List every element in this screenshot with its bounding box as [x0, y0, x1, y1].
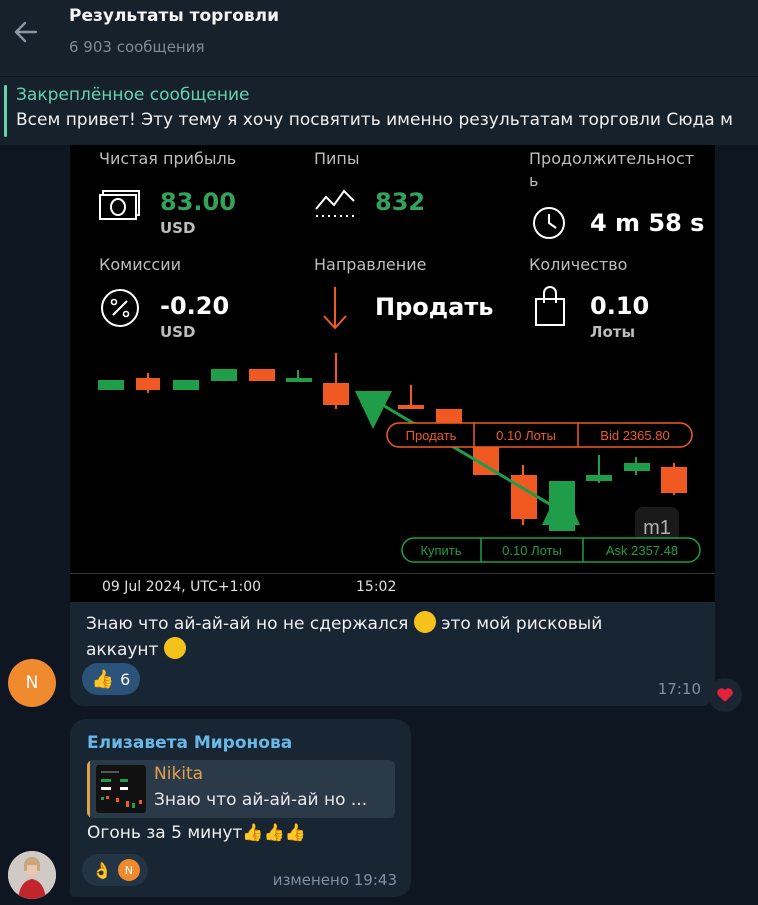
message-text: Огонь за 5 минут👍👍👍	[87, 823, 306, 843]
timeframe-label: m1	[643, 517, 671, 539]
quote-indicator	[87, 760, 90, 818]
ok-hand-icon: 👌	[92, 860, 112, 880]
candle	[398, 405, 424, 409]
quantity-label: Количество	[529, 255, 628, 274]
buy-box-lots: 0.10 Лоты	[502, 543, 562, 558]
reply-text: Знаю что ай-ай-ай но ...	[154, 790, 368, 810]
pips-label: Пипы	[314, 149, 360, 168]
commission-label: Комиссии	[99, 255, 182, 274]
sender-name[interactable]: Елизавета Миронова	[87, 733, 292, 753]
reaction-ok-hand[interactable]: 👌 N	[82, 854, 148, 886]
message-bubble-reply[interactable]: Елизавета Миронова Nikita Знаю что ай-ай…	[70, 719, 411, 897]
pinned-message-bar[interactable]: Закреплённое сообщение Всем привет! Эту …	[0, 76, 758, 145]
candle	[211, 369, 237, 381]
candle	[436, 409, 462, 423]
shopping-bag-icon	[535, 286, 565, 326]
sweat-smile-emoji-icon	[413, 611, 436, 633]
clock-icon	[533, 207, 565, 239]
candlestick-chart: Продать 0.10 Лоты Bid 2365.80 m1 Купить …	[98, 353, 701, 563]
message-time: 17:10	[657, 680, 701, 698]
pinned-indicator	[4, 85, 7, 137]
net-profit-value: 83.00	[160, 188, 236, 216]
candle	[323, 383, 349, 405]
candle	[661, 467, 687, 493]
direction-label: Направление	[314, 255, 427, 274]
chat-title[interactable]: Результаты торговли	[69, 6, 279, 26]
message-text: Знаю что ай-ай-ай но не сдержался это мо…	[86, 611, 686, 663]
net-profit-unit: USD	[160, 219, 196, 237]
back-arrow-icon[interactable]	[10, 16, 42, 48]
sell-box-price: Bid 2365.80	[600, 428, 669, 443]
avatar[interactable]	[8, 851, 56, 899]
money-icon	[99, 190, 140, 220]
candle	[511, 475, 537, 519]
message-time: изменено 19:43	[272, 871, 397, 889]
candle	[249, 369, 275, 381]
chart-trend-icon	[315, 189, 356, 217]
quantity-value: 0.10	[590, 292, 650, 320]
pinned-text: Всем привет! Эту тему я хочу посвятить и…	[16, 110, 733, 130]
trade-path-line	[375, 399, 559, 511]
sell-box-side: Продать	[406, 428, 457, 443]
candle	[173, 380, 199, 390]
duration-value: 4 m 58 s	[590, 209, 705, 237]
net-profit-label: Чистая прибыль	[99, 149, 237, 168]
message-bubble[interactable]: Чистая прибыль 83.00 USD Пипы 832 Продол…	[70, 145, 715, 706]
commission-value: -0.20	[160, 292, 230, 320]
reactor-avatar: N	[117, 859, 140, 881]
percent-icon	[101, 289, 139, 327]
duration-label-wrap: ь	[529, 171, 539, 190]
trade-screenshot[interactable]: Чистая прибыль 83.00 USD Пипы 832 Продол…	[70, 145, 715, 602]
sell-entry-marker	[355, 391, 392, 429]
buy-box-price: Ask 2357.48	[606, 543, 678, 558]
buy-box-side: Купить	[420, 543, 461, 558]
reply-author: Nikita	[154, 764, 204, 784]
direction-value: Продать	[375, 293, 494, 321]
avatar[interactable]: N	[8, 659, 56, 707]
candle	[136, 378, 160, 390]
pinned-title: Закреплённое сообщение	[16, 85, 250, 105]
quote-thumbnail	[96, 765, 146, 813]
candle	[624, 463, 650, 471]
grin-emoji-icon	[163, 637, 186, 659]
thumbs-up-icon: 👍	[91, 668, 115, 690]
reaction-count: 6	[120, 669, 131, 689]
message-count: 6 903 сообщения	[69, 38, 205, 56]
reaction-thumbs-up[interactable]: 👍 6	[82, 663, 140, 695]
chat-header: Результаты торговли 6 903 сообщения	[0, 0, 758, 76]
candle	[286, 378, 312, 382]
candle	[586, 475, 612, 481]
sell-box-lots: 0.10 Лоты	[496, 428, 556, 443]
reply-quote[interactable]: Nikita Знаю что ай-ай-ай но ...	[87, 760, 395, 818]
chart-time-label: 15:02	[356, 579, 397, 595]
pips-value: 832	[375, 188, 426, 216]
candle	[98, 380, 124, 390]
chart-date-label: 09 Jul 2024, UTC+1:00	[102, 579, 262, 595]
arrow-down-icon	[323, 287, 347, 330]
heart-reaction-icon[interactable]	[708, 678, 742, 712]
duration-label: Продолжительност	[529, 149, 695, 168]
